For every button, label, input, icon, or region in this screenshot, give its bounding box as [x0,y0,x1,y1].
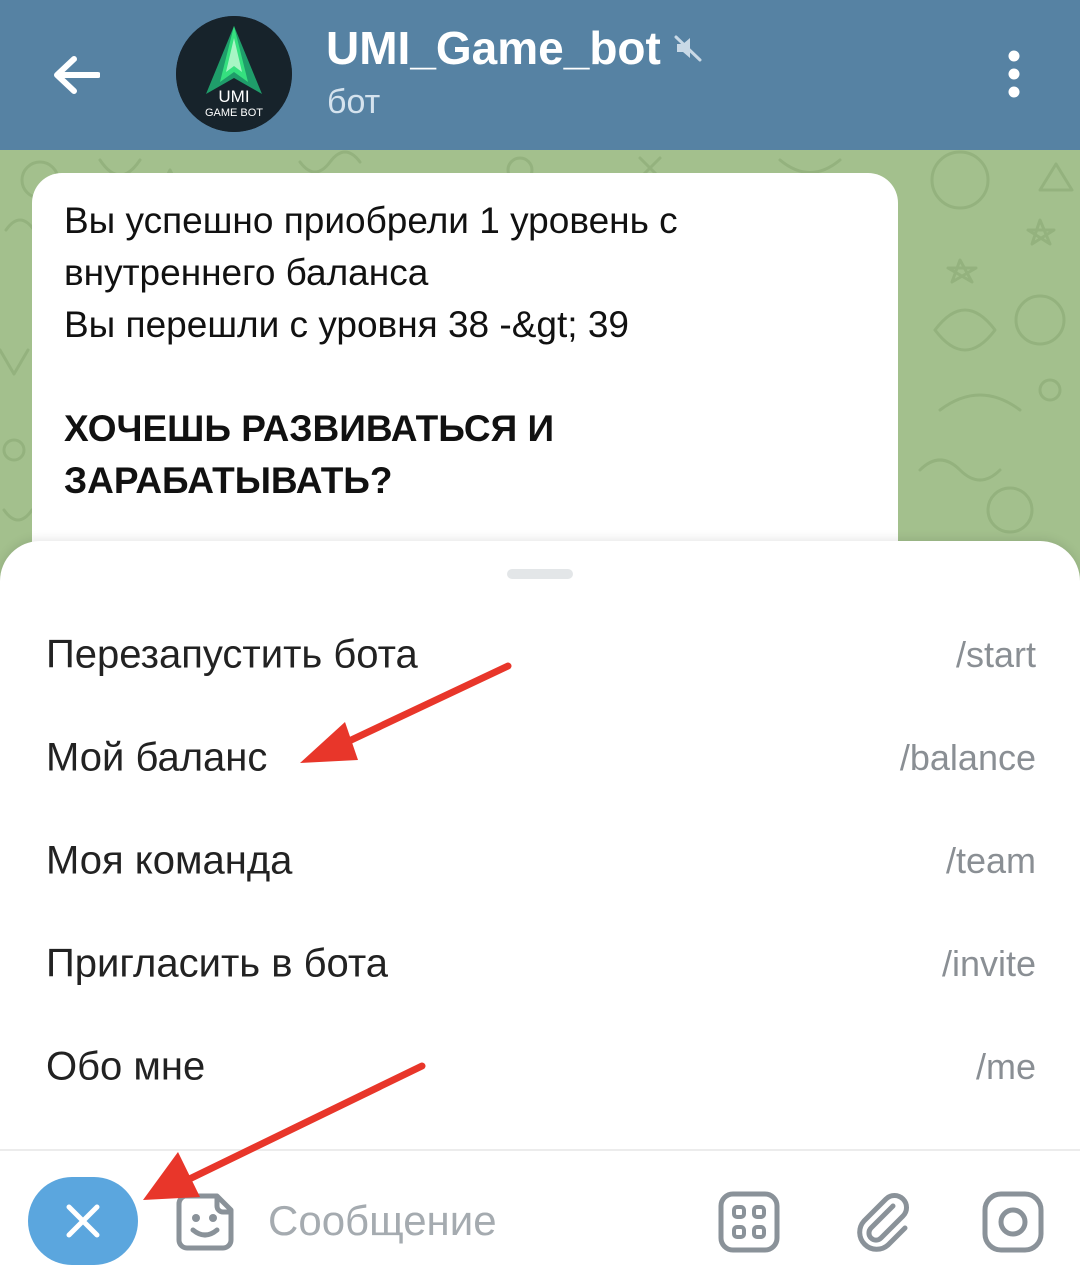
chat-title-text: UMI_Game_bot [326,22,661,74]
message-line: Вы успешно приобрели 1 уровень с [64,200,678,241]
muted-speaker-icon [673,33,703,63]
bot-avatar[interactable]: UMI GAME BOT [176,16,292,132]
command-label: Пригласить в бота [46,941,389,985]
attach-button[interactable] [850,1187,920,1257]
chat-subtitle: бот [327,83,381,121]
paperclip-icon [857,1193,909,1252]
back-button[interactable] [38,40,114,110]
message-bold-line: ЗАРАБАТЫВАТЬ? [64,460,393,501]
command-label: Моя команда [46,838,293,882]
command-code: /team [945,839,1036,881]
command-code: /me [975,1045,1036,1087]
command-label: Перезапустить бота [46,632,418,676]
bot-commands-sheet: Перезапустить бота /start Мой баланс /ba… [0,541,1080,1283]
more-menu-button[interactable] [994,44,1034,104]
chat-title[interactable]: UMI_Game_bot [326,20,703,76]
command-code: /balance [899,736,1036,778]
svg-text:GAME BOT: GAME BOT [205,107,263,119]
sticker-icon [176,1193,234,1251]
command-item-start[interactable]: Перезапустить бота /start [0,603,1080,706]
input-divider [0,1149,1080,1151]
chat-header: UMI GAME BOT UMI_Game_bot бот [0,0,1080,150]
close-icon [66,1204,100,1238]
umi-logo: UMI GAME BOT [176,16,292,132]
command-label: Мой баланс [46,735,268,779]
message-line: Вы перешли с уровня 38 -&gt; 39 [64,304,629,345]
message-line: внутреннего баланса [64,252,429,293]
bot-commands-icon [718,1191,780,1253]
camera-button[interactable] [978,1187,1048,1257]
svg-text:UMI: UMI [218,87,249,106]
command-code: /invite [941,942,1036,984]
command-code: /start [955,633,1036,675]
message-input[interactable] [268,1191,688,1251]
command-label: Обо мне [46,1044,206,1088]
command-item-me[interactable]: Обо мне /me [0,1015,1080,1118]
close-commands-button[interactable] [28,1177,138,1265]
command-item-invite[interactable]: Пригласить в бота /invite [0,912,1080,1015]
command-item-balance[interactable]: Мой баланс /balance [0,706,1080,809]
bot-commands-button[interactable] [714,1187,784,1257]
more-vertical-icon [1008,50,1020,98]
camera-icon [982,1191,1044,1253]
telegram-chat-screen: UMI GAME BOT UMI_Game_bot бот Вы успешно… [0,0,1080,1283]
command-item-team[interactable]: Моя команда /team [0,809,1080,912]
arrow-left-icon [54,56,100,94]
sheet-drag-handle[interactable] [507,569,573,579]
message-bold-line: ХОЧЕШЬ РАЗВИВАТЬСЯ И [64,408,555,449]
sticker-button[interactable] [170,1187,240,1257]
